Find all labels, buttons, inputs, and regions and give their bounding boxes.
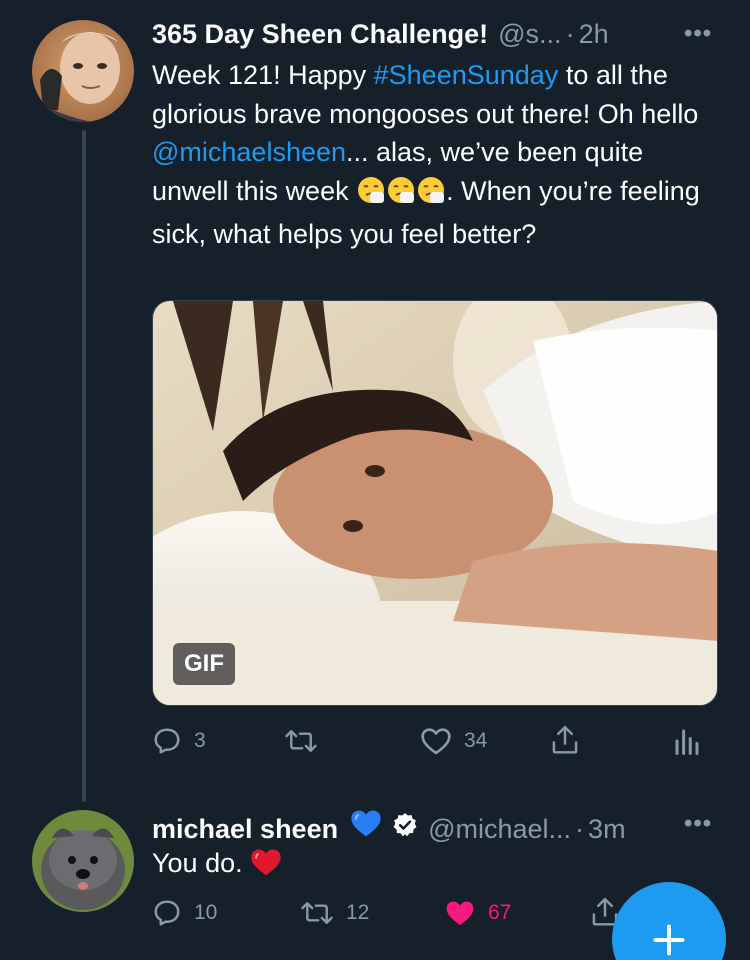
like-icon-filled bbox=[446, 901, 474, 925]
compose-icon bbox=[653, 924, 685, 956]
tweet1-like-count: 34 bbox=[464, 729, 488, 752]
tweet2-like-button[interactable]: 67 bbox=[444, 898, 511, 928]
retweet-icon bbox=[301, 902, 333, 924]
tweet2-like-count: 67 bbox=[488, 901, 512, 924]
tweet1-analytics-button[interactable] bbox=[672, 726, 702, 756]
mention-link[interactable]: @michaelsheen bbox=[152, 137, 346, 167]
gif-badge: GIF bbox=[173, 643, 235, 685]
blue-heart-icon bbox=[350, 808, 382, 845]
tweet1-separator: · bbox=[565, 19, 575, 49]
sneezing-face-icon bbox=[416, 175, 446, 216]
like-icon bbox=[421, 728, 451, 755]
tweet2-display-name[interactable]: michael sheen bbox=[152, 813, 338, 845]
tweet2-handle[interactable]: @michael... bbox=[428, 813, 571, 845]
tweet-thread-screen: 365 Day Sheen Challenge! @s... · 2h ••• … bbox=[0, 0, 750, 960]
tweet1-reply-button[interactable]: 3 bbox=[152, 726, 206, 756]
verified-icon bbox=[392, 812, 418, 845]
tweet2-text: You do. bbox=[152, 844, 712, 888]
analytics-icon bbox=[675, 729, 699, 755]
tweet2-separator: · bbox=[575, 814, 585, 844]
tweet1-share-button[interactable] bbox=[550, 724, 580, 756]
sneezing-face-icon bbox=[386, 175, 416, 216]
tweet2-reply-count: 10 bbox=[194, 901, 218, 924]
red-heart-icon bbox=[250, 847, 282, 888]
avatar-michael-sheen[interactable] bbox=[32, 810, 134, 912]
thread-connector-line bbox=[82, 130, 86, 802]
tweet1-timestamp[interactable]: 2h bbox=[579, 18, 609, 50]
tweet2-timestamp[interactable]: 3m bbox=[588, 813, 626, 845]
tweet2-header: michael sheen @michael... · 3m bbox=[152, 808, 626, 845]
tweet2-retweet-button[interactable]: 12 bbox=[300, 898, 369, 928]
tweet1-more-icon[interactable]: ••• bbox=[684, 20, 712, 48]
share-icon bbox=[552, 725, 578, 754]
retweet-icon bbox=[285, 730, 317, 752]
tweet1-header: 365 Day Sheen Challenge! @s... · 2h bbox=[152, 18, 609, 50]
hashtag-link[interactable]: #SheenSunday bbox=[374, 60, 559, 90]
tweet1-reply-count: 3 bbox=[194, 729, 206, 752]
avatar-365-day-sheen[interactable] bbox=[32, 20, 134, 122]
tweet1-gif-media[interactable]: GIF bbox=[152, 300, 718, 706]
tweet1-handle[interactable]: @s... bbox=[498, 18, 561, 50]
reply-icon bbox=[154, 728, 180, 754]
tweet1-retweet-button[interactable] bbox=[284, 726, 330, 756]
gif-still-image bbox=[153, 301, 717, 705]
sneezing-face-icon bbox=[356, 175, 386, 216]
compose-tweet-button[interactable] bbox=[612, 882, 726, 960]
tweet2-more-icon[interactable]: ••• bbox=[684, 810, 712, 838]
tweet2-reply-button[interactable]: 10 bbox=[152, 898, 217, 928]
reply-icon bbox=[154, 900, 180, 926]
tweet1-display-name[interactable]: 365 Day Sheen Challenge! bbox=[152, 18, 488, 50]
tweet1-text: Week 121! Happy #SheenSunday to all the … bbox=[152, 60, 700, 249]
tweet2-retweet-count: 12 bbox=[346, 901, 370, 924]
tweet1-like-button[interactable]: 34 bbox=[420, 726, 487, 756]
